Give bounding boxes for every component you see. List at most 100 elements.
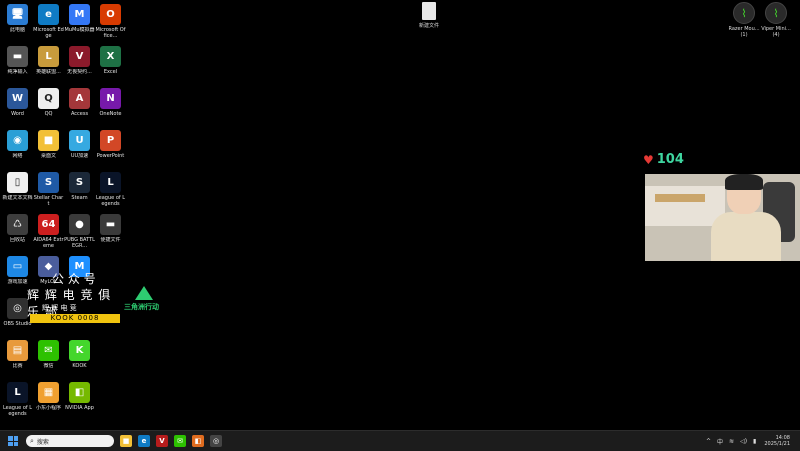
- desktop-icon-label: 比赛: [12, 363, 23, 369]
- desktop-icon-label: 回收站: [9, 237, 25, 243]
- start-button[interactable]: [8, 436, 18, 446]
- desktop-icon-label: 英雄联盟...: [36, 69, 61, 75]
- desktop-icon[interactable]: O Microsoft Office...: [95, 2, 126, 44]
- app-icon: L: [7, 382, 28, 403]
- app-icon: L: [100, 172, 121, 193]
- search-icon: ⌕: [30, 436, 34, 445]
- desktop-icon[interactable]: L 英雄联盟...: [33, 44, 64, 86]
- app-icon: ■: [38, 130, 59, 151]
- desktop-icon[interactable]: ▯ 新建文本文档: [2, 170, 33, 212]
- file-explorer-app[interactable]: ■: [120, 435, 132, 447]
- desktop-icon[interactable]: N OneNote: [95, 86, 126, 128]
- desktop-icon-label: PUBG BATTLEGR...: [64, 237, 95, 249]
- desktop-icon-label: Microsoft Edge: [33, 27, 64, 39]
- app-icon: ♺: [7, 214, 28, 235]
- desktop-icon-label: Steam: [71, 195, 88, 201]
- app-icon: K: [69, 340, 90, 361]
- app-icon: X: [100, 46, 121, 67]
- background-shelf: [645, 186, 725, 226]
- desktop-icon[interactable]: ▤ 比赛: [2, 338, 33, 380]
- desktop-icon[interactable]: ◉ 网络: [2, 128, 33, 170]
- desktop-file-icon[interactable]: 新建文件: [416, 2, 442, 34]
- streamer-body: [711, 212, 781, 261]
- desktop-icon[interactable]: K KOOK: [64, 338, 95, 380]
- desktop-icon[interactable]: L League of Legends: [95, 170, 126, 212]
- desktop-icon-label: 纯净输入: [7, 69, 28, 75]
- desktop-icon[interactable]: ● PUBG BATTLEGR...: [64, 212, 95, 254]
- desktop-icon[interactable]: S Stellar Chart: [33, 170, 64, 212]
- volume-icon[interactable]: ◁): [740, 438, 747, 445]
- shelf-figures: [655, 194, 705, 202]
- taskbar-clock[interactable]: 14:08 2025/1/21: [764, 435, 790, 447]
- desktop-icon-label: Access: [70, 111, 89, 117]
- desktop-icon-label: Microsoft Office...: [95, 27, 126, 39]
- app-icon: L: [38, 46, 59, 67]
- desktop-icon-razer-mouse[interactable]: ⌇ Razer Mou... (1): [728, 2, 760, 42]
- desktop-icon-viper-mini[interactable]: ⌇ Viper Mini... (4): [760, 2, 792, 42]
- desktop-icon[interactable]: ▬ 便捷文件: [95, 212, 126, 254]
- desktop-icon[interactable]: 🖥 此电脑: [2, 2, 33, 44]
- chevron-up-icon[interactable]: ^: [706, 438, 711, 445]
- taskbar: ⌕ 搜索 ■ e V ✉ ◧ ◎ ^ 中 ≋ ◁) ▮ 14:08 2025/1/21: [0, 430, 800, 451]
- app-icon: 🖥: [7, 4, 28, 25]
- app-icon: ◉: [7, 130, 28, 151]
- desktop-icon[interactable]: X Excel: [95, 44, 126, 86]
- desktop-icon[interactable]: V 无畏契约...: [64, 44, 95, 86]
- app-icon: ▬: [7, 46, 28, 67]
- app-icon: P: [100, 130, 121, 151]
- heart-icon: ♥: [643, 152, 654, 167]
- valorant-app[interactable]: V: [156, 435, 168, 447]
- delta-force-logo: 三角洲行动: [124, 286, 164, 316]
- triangle-icon: [135, 286, 153, 300]
- desktop-icon-label: 桌面文: [40, 153, 56, 159]
- battery-icon[interactable]: ▮: [753, 438, 756, 445]
- wifi-icon[interactable]: ≋: [729, 438, 734, 445]
- desktop-icon-label: OneNote: [99, 111, 122, 117]
- desktop-icon[interactable]: M MuMu模拟器: [64, 2, 95, 44]
- desktop-icon-label: 便捷文件: [100, 237, 121, 243]
- wechat-app[interactable]: ✉: [174, 435, 186, 447]
- desktop-icon-label: PowerPoint: [96, 153, 125, 159]
- app-icon: S: [38, 172, 59, 193]
- store-app[interactable]: ◧: [192, 435, 204, 447]
- app-icon: ▦: [38, 382, 59, 403]
- desktop-icon[interactable]: 64 AIDA64 Extreme: [33, 212, 64, 254]
- desktop-icon-label: 小东小程序: [35, 405, 61, 411]
- input-language[interactable]: 中: [717, 437, 723, 446]
- desktop-icon[interactable]: U UU加速: [64, 128, 95, 170]
- razer-snake-icon: ⌇: [765, 2, 787, 24]
- windows-logo-icon: [8, 436, 13, 441]
- desktop-icon[interactable]: S Steam: [64, 170, 95, 212]
- desktop-icon[interactable]: e Microsoft Edge: [33, 2, 64, 44]
- desktop-icon[interactable]: Q QQ: [33, 86, 64, 128]
- edge-app[interactable]: e: [138, 435, 150, 447]
- desktop-icon-label: MuMu模拟器: [64, 27, 95, 33]
- desktop-icon[interactable]: P PowerPoint: [95, 128, 126, 170]
- app-icon: M: [69, 4, 90, 25]
- taskbar-search[interactable]: ⌕ 搜索: [26, 435, 114, 447]
- app-icon: ▯: [7, 172, 28, 193]
- desktop-icon[interactable]: ▬ 纯净输入: [2, 44, 33, 86]
- desktop-icon[interactable]: ✉ 微信: [33, 338, 64, 380]
- desktop-icon[interactable]: ■ 桌面文: [33, 128, 64, 170]
- desktop-icon-label: Word: [11, 111, 24, 117]
- desktop-icon-grid: 🖥 此电脑 e Microsoft Edge M MuMu模拟器 O Microsoft Of…: [2, 2, 126, 422]
- desktop-icon[interactable]: A Access: [64, 86, 95, 128]
- like-count: 104: [656, 152, 684, 167]
- desktop-icon[interactable]: L League of Legends: [2, 380, 33, 422]
- desktop-icon[interactable]: ▦ 小东小程序: [33, 380, 64, 422]
- desktop-icon-label: NVIDIA App: [65, 405, 94, 411]
- desktop-file-label: 新建文件: [418, 23, 439, 29]
- desktop-icon[interactable]: W Word: [2, 86, 33, 128]
- app-icon: N: [100, 88, 121, 109]
- desktop-icon-label: 此电脑: [9, 27, 25, 33]
- desktop-icon-label: 微信: [43, 363, 54, 369]
- taskbar-pinned-apps: ■ e V ✉ ◧ ◎: [114, 435, 222, 447]
- obs-app[interactable]: ◎: [210, 435, 222, 447]
- desktop-icon-label: QQ: [44, 111, 53, 117]
- desktop-icon-label: Stellar Chart: [33, 195, 64, 207]
- desktop-icon[interactable]: ♺ 回收站: [2, 212, 33, 254]
- desktop-icon[interactable]: ◧ NVIDIA App: [64, 380, 95, 422]
- app-icon: Q: [38, 88, 59, 109]
- streamer-hair: [725, 174, 763, 190]
